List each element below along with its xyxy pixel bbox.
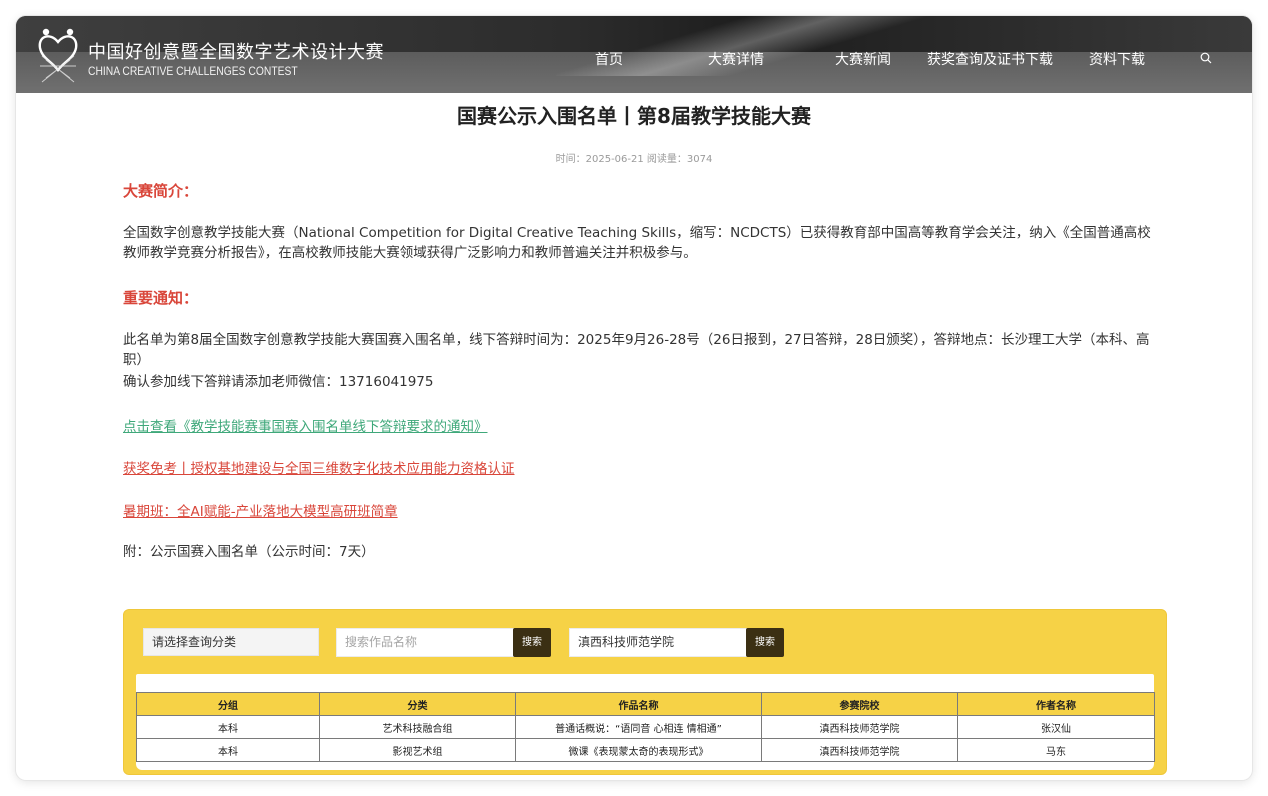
school-search-button[interactable]: 搜索 [746, 628, 784, 657]
nav-downloads[interactable]: 资料下载 [1089, 49, 1145, 69]
browser-page: 中国好创意暨全国数字艺术设计大赛 CHINA CREATIVE CHALLENG… [16, 16, 1252, 780]
work-search-input[interactable]: 搜索作品名称 [336, 628, 514, 657]
brand-name-cn: 中国好创意暨全国数字艺术设计大赛 [88, 42, 384, 63]
table-row: 本科 影视艺术组 微课《表现蒙太奇的表现形式》 滇西科技师范学院 马东 [136, 738, 1155, 762]
site-header: 中国好创意暨全国数字艺术设计大赛 CHINA CREATIVE CHALLENG… [16, 16, 1252, 93]
category-select[interactable]: 请选择查询分类 [143, 628, 319, 656]
work-search-button[interactable]: 搜索 [513, 628, 551, 657]
col-header-school: 参赛院校 [761, 692, 958, 716]
notice-paragraph: 此名单为第8届全国数字创意教学技能大赛国赛入围名单，线下答辩时间为：2025年9… [123, 332, 1150, 368]
query-panel: 请选择查询分类 搜索作品名称 搜索 滇西科技师范学院 搜索 分组 分类 作品名称… [123, 609, 1167, 775]
cell-category: 艺术科技融合组 [319, 715, 516, 739]
cell-category: 影视艺术组 [319, 738, 516, 762]
appendix-text: 附：公示国赛入围名单（公示时间：7天） [123, 544, 375, 560]
results-table: 分组 分类 作品名称 参赛院校 作者名称 本科 艺术科技融合组 普通话概说：“语… [136, 692, 1155, 762]
cell-work-name: 微课《表现蒙太奇的表现形式》 [515, 738, 762, 762]
col-header-category: 分类 [319, 692, 516, 716]
nav-contest-news[interactable]: 大赛新闻 [835, 49, 891, 69]
contact-text: 确认参加线下答辩请添加老师微信：13716041975 [123, 374, 434, 390]
cell-group: 本科 [136, 738, 320, 762]
page-title: 国赛公示入围名单丨第8届教学技能大赛 [457, 104, 811, 128]
school-search-input[interactable]: 滇西科技师范学院 [569, 628, 747, 657]
article-meta: 时间：2025-06-21 阅读量：3074 [555, 154, 713, 165]
nav-home[interactable]: 首页 [595, 49, 623, 69]
intro-paragraph: 全国数字创意教学技能大赛（National Competition for Di… [123, 225, 1151, 261]
col-header-author: 作者名称 [957, 692, 1155, 716]
cell-author: 张汉仙 [957, 715, 1155, 739]
nav-contest-details[interactable]: 大赛详情 [708, 49, 764, 69]
site-logo-icon[interactable] [38, 26, 78, 86]
cell-author: 马东 [957, 738, 1155, 762]
cell-school: 滇西科技师范学院 [761, 738, 958, 762]
summer-class-link[interactable]: 暑期班：全AI赋能-产业落地大模型高研班简章 [123, 500, 398, 520]
cell-work-name: 普通话概说：“语同音 心相连 情相通” [515, 715, 762, 739]
award-link[interactable]: 获奖免考丨授权基地建设与全国三维数字化技术应用能力资格认证 [123, 457, 515, 477]
nav-award-query[interactable]: 获奖查询及证书下载 [927, 49, 1053, 69]
search-icon[interactable] [1200, 52, 1212, 64]
col-header-group: 分组 [136, 692, 320, 716]
table-row: 本科 艺术科技融合组 普通话概说：“语同音 心相连 情相通” 滇西科技师范学院 … [136, 715, 1155, 739]
brand-name-en: CHINA CREATIVE CHALLENGES CONTEST [88, 64, 298, 78]
cell-group: 本科 [136, 715, 320, 739]
table-header-row: 分组 分类 作品名称 参赛院校 作者名称 [136, 692, 1155, 716]
intro-heading: 大赛简介： [123, 182, 199, 200]
col-header-work-name: 作品名称 [515, 692, 762, 716]
cell-school: 滇西科技师范学院 [761, 715, 958, 739]
notice-link[interactable]: 点击查看《教学技能赛事国赛入围名单线下答辩要求的通知》 [123, 415, 488, 435]
notice-heading: 重要通知： [123, 289, 199, 307]
